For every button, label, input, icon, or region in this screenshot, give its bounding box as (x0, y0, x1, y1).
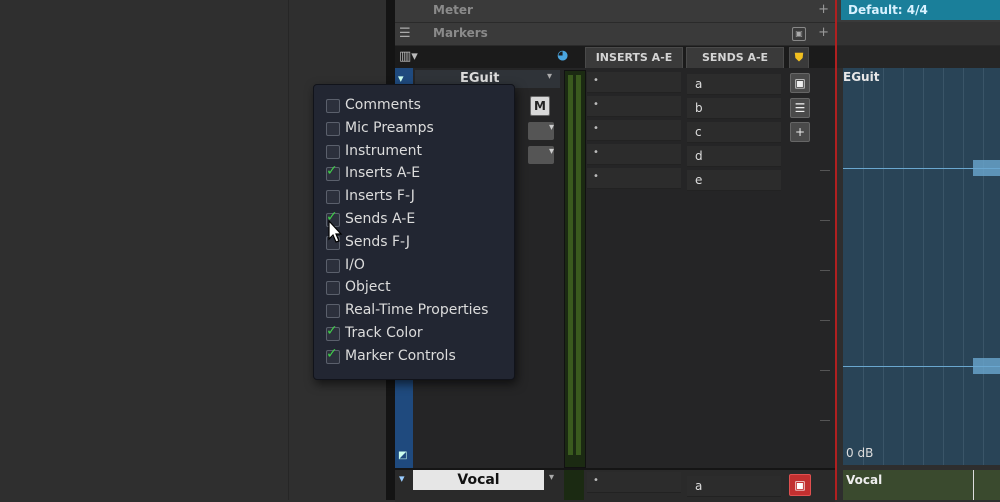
send-slot[interactable]: c (687, 122, 781, 143)
waveform-peak (973, 358, 1000, 374)
add-icon[interactable]: + (790, 122, 810, 142)
menu-item-mic-preamps[interactable]: Mic Preamps (322, 118, 507, 140)
insert-slot[interactable]: • (587, 168, 681, 189)
checkbox[interactable] (326, 190, 340, 205)
checkbox[interactable] (326, 99, 340, 113)
marker-lock-icon[interactable]: ▣ (792, 27, 806, 41)
mixer-header-row: ▥▾ ◕ INSERTS A-E SENDS A-E ⛊ (395, 46, 835, 69)
menu-item-i-o[interactable]: I/O (322, 255, 507, 277)
waveform-peak (973, 160, 1000, 176)
fader-tick (820, 420, 830, 421)
name-dropdown-arrow-icon[interactable]: ▾ (549, 472, 554, 483)
menu-item-label: Mic Preamps (345, 119, 434, 136)
markers-label: Markers (433, 26, 488, 40)
menu-item-label: Instrument (345, 142, 423, 159)
menu-item-object[interactable]: Object (322, 277, 507, 299)
inserts-column-header[interactable]: INSERTS A-E (585, 47, 683, 69)
add-marker-button[interactable]: + (818, 25, 829, 40)
menu-item-label: Marker Controls (345, 347, 456, 364)
arrange-header (835, 46, 1000, 68)
fader-tick (820, 370, 830, 371)
menu-item-label: Inserts F-J (345, 188, 415, 205)
menu-item-label: I/O (345, 256, 365, 273)
time-signature-region[interactable]: Default: 4/4 (841, 0, 1000, 20)
menu-item-label: Sends A-E (345, 211, 416, 227)
insert-slot[interactable]: • (587, 96, 681, 117)
checkmark-icon: ✓ (326, 163, 338, 180)
checkbox[interactable] (326, 121, 340, 136)
time-signature-label: Default: 4/4 (848, 3, 928, 17)
meter-label: Meter (433, 3, 473, 17)
globe-icon[interactable]: ◕ (557, 48, 568, 63)
send-slot[interactable]: b (687, 98, 781, 119)
eguit-audio-clip[interactable] (843, 68, 1000, 465)
insert-slot[interactable]: • (587, 144, 681, 165)
meter-ruler-row: Meter + (395, 0, 835, 23)
record-arm-icon[interactable]: ▣ (790, 73, 810, 93)
menu-item-comments[interactable]: Comments (322, 95, 507, 117)
checkbox[interactable] (326, 304, 340, 319)
level-meter (564, 470, 584, 500)
menu-item-instrument[interactable]: Instrument (322, 141, 507, 163)
sends-column-header[interactable]: SENDS A-E (686, 47, 784, 69)
output-select[interactable]: ▾ (528, 146, 554, 164)
menu-item-sends-a-e[interactable]: ✓ Sends A-E (322, 209, 507, 231)
eguit-clip-label: EGuit (843, 70, 880, 84)
menu-item-label: Sends F-J (345, 233, 411, 250)
checkbox[interactable] (326, 281, 340, 296)
menu-item-marker-controls[interactable]: ✓ Marker Controls (322, 346, 507, 368)
send-slot[interactable]: a (687, 74, 781, 95)
menu-item-label: Object (345, 279, 391, 296)
mouse-cursor-icon (328, 220, 343, 243)
insert-slot[interactable]: • (587, 72, 681, 93)
checkmark-icon: ✓ (326, 345, 338, 362)
marker-list-icon[interactable]: ☰ (399, 26, 411, 41)
send-slot[interactable]: d (687, 146, 781, 167)
send-slot[interactable]: a (687, 476, 781, 497)
menu-item-inserts-f-j[interactable]: Inserts F-J (322, 186, 507, 208)
marker-flag-icon[interactable]: ⛊ (789, 47, 809, 69)
divider (288, 0, 289, 500)
level-meter (564, 70, 586, 468)
menu-item-label: Track Color (345, 325, 423, 341)
fader-tick (820, 270, 830, 271)
menu-item-track-color[interactable]: ✓ Track Color (322, 323, 507, 345)
timeline-marker-lane (835, 22, 1000, 46)
checkmark-icon: ✓ (326, 323, 338, 339)
playhead[interactable] (835, 0, 837, 500)
clip-gain-label[interactable]: 0 dB (846, 446, 873, 460)
column-layout-icon[interactable]: ▥▾ (399, 49, 418, 64)
insert-slot[interactable]: • (587, 120, 681, 141)
fader-tick (820, 170, 830, 171)
menu-item-inserts-a-e[interactable]: ✓ Inserts A-E (322, 163, 507, 185)
notes-icon[interactable]: ☰ (790, 98, 810, 118)
meter-right-channel (576, 75, 581, 455)
markers-ruler-row: ☰ Markers ▣ + (395, 23, 835, 46)
vocal-clip-label: Vocal (846, 473, 883, 487)
send-slot[interactable]: e (687, 170, 781, 191)
checkbox[interactable] (326, 258, 340, 273)
menu-item-sends-f-j[interactable]: Sends F-J (322, 232, 507, 254)
expand-icon[interactable]: ▾ (399, 472, 405, 485)
menu-item-real-time-properties[interactable]: Real-Time Properties (322, 300, 507, 322)
insert-slot[interactable]: • (587, 472, 681, 493)
add-meter-button[interactable]: + (818, 2, 829, 17)
meter-left-channel (568, 75, 573, 455)
fader-tick (820, 220, 830, 221)
automation-icon[interactable]: ◩ (398, 450, 407, 461)
menu-item-label: Comments (345, 97, 421, 113)
fader-tick (820, 320, 830, 321)
menu-item-label: Real-Time Properties (345, 302, 489, 319)
mute-button[interactable]: M (530, 96, 550, 116)
vocal-name-field[interactable]: Vocal (413, 470, 544, 490)
input-select[interactable]: ▾ (528, 122, 554, 140)
record-arm-icon[interactable]: ▣ (789, 474, 811, 496)
name-dropdown-arrow-icon[interactable]: ▾ (547, 71, 552, 82)
menu-item-label: Inserts A-E (345, 165, 421, 182)
checkbox[interactable] (326, 144, 340, 159)
